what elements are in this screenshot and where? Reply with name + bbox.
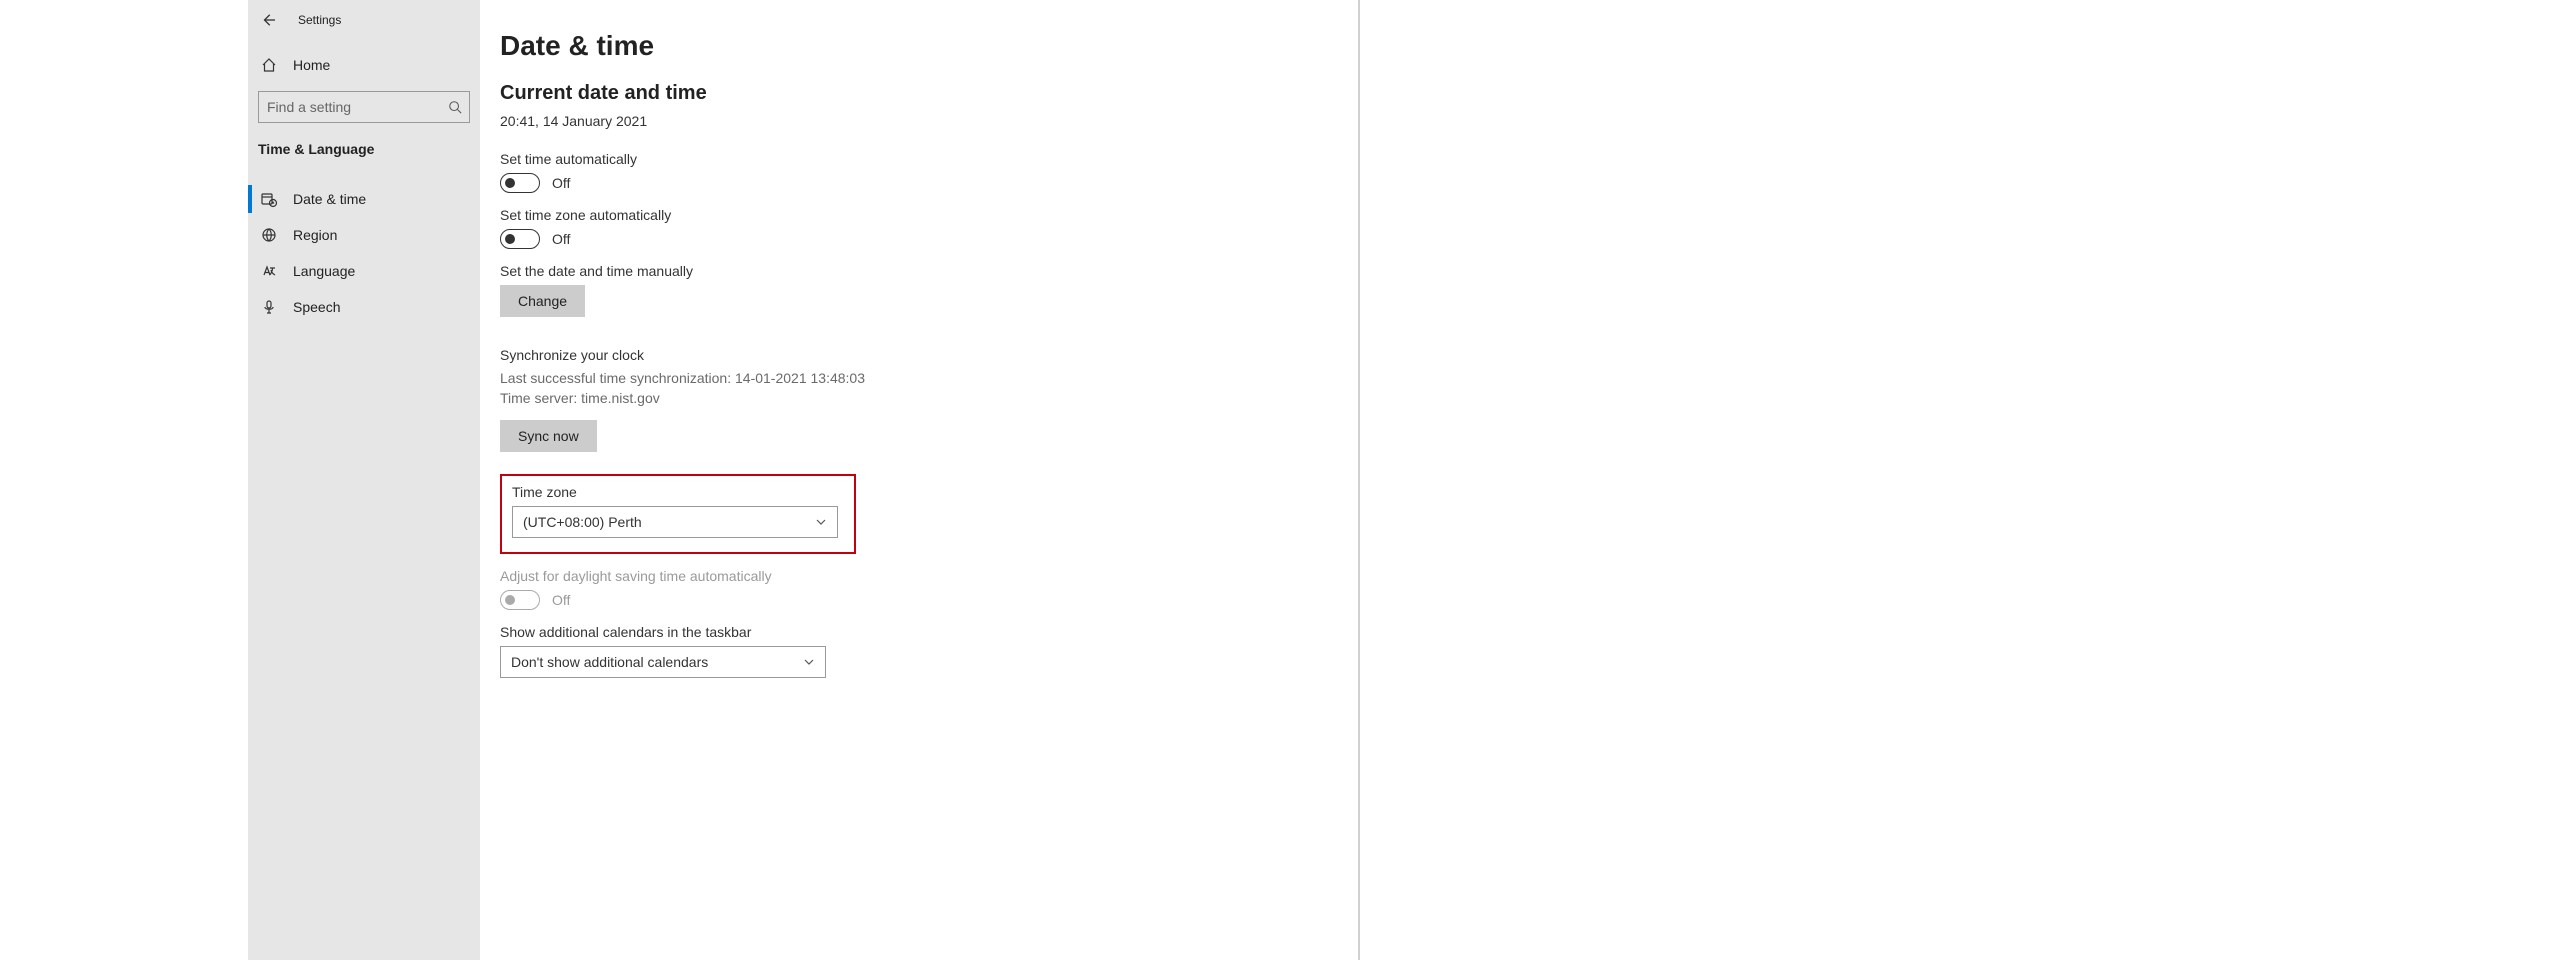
- speech-icon: [260, 299, 278, 315]
- sidebar-item-label: Speech: [293, 299, 340, 315]
- timezone-highlight: Time zone (UTC+08:00) Perth: [500, 474, 856, 554]
- set-time-auto-state: Off: [552, 175, 570, 191]
- set-tz-auto-state: Off: [552, 231, 570, 247]
- timezone-label: Time zone: [512, 484, 844, 500]
- sidebar-item-label: Date & time: [293, 191, 366, 207]
- date-time-icon: [260, 191, 278, 207]
- sidebar-section-title: Time & Language: [248, 123, 480, 167]
- page-title: Date & time: [500, 30, 1338, 62]
- search-field[interactable]: [267, 99, 448, 115]
- set-time-auto-label: Set time automatically: [500, 151, 1338, 167]
- sidebar-item-language[interactable]: Language: [248, 253, 480, 289]
- sync-last-line: Last successful time synchronization: 14…: [500, 369, 1338, 389]
- dst-state: Off: [552, 592, 570, 608]
- search-icon: [448, 100, 462, 114]
- app-title: Settings: [298, 13, 341, 27]
- settings-app: Settings Home Time & Language Date & tim…: [248, 0, 1358, 960]
- change-button[interactable]: Change: [500, 285, 585, 317]
- sidebar: Settings Home Time & Language Date & tim…: [248, 0, 480, 960]
- sidebar-item-label: Region: [293, 227, 337, 243]
- calendars-value: Don't show additional calendars: [511, 654, 708, 670]
- timezone-value: (UTC+08:00) Perth: [523, 514, 642, 530]
- sidebar-item-region[interactable]: Region: [248, 217, 480, 253]
- calendars-label: Show additional calendars in the taskbar: [500, 624, 1338, 640]
- sidebar-item-label: Language: [293, 263, 355, 279]
- set-manual-label: Set the date and time manually: [500, 263, 1338, 279]
- chevron-down-icon: [803, 656, 815, 668]
- back-arrow-icon: [261, 13, 275, 27]
- content-area: Date & time Current date and time 20:41,…: [480, 0, 1358, 960]
- sidebar-item-date-time[interactable]: Date & time: [248, 181, 480, 217]
- sync-server-line: Time server: time.nist.gov: [500, 389, 1338, 409]
- back-button[interactable]: [248, 0, 288, 40]
- search-wrap: [248, 85, 480, 123]
- sidebar-item-home[interactable]: Home: [248, 45, 480, 85]
- dst-label: Adjust for daylight saving time automati…: [500, 568, 1338, 584]
- sidebar-nav: Date & time Region Language Speech: [248, 181, 480, 325]
- calendars-dropdown[interactable]: Don't show additional calendars: [500, 646, 826, 678]
- sidebar-item-label: Home: [293, 57, 330, 73]
- chevron-down-icon: [815, 516, 827, 528]
- dst-toggle: [500, 590, 540, 610]
- sync-label: Synchronize your clock: [500, 347, 1338, 363]
- current-datetime-value: 20:41, 14 January 2021: [500, 113, 1338, 129]
- sync-now-button[interactable]: Sync now: [500, 420, 597, 452]
- region-icon: [260, 227, 278, 243]
- set-time-auto-toggle[interactable]: [500, 173, 540, 193]
- page-left-pad: [0, 0, 248, 960]
- home-icon: [260, 57, 278, 73]
- timezone-dropdown[interactable]: (UTC+08:00) Perth: [512, 506, 838, 538]
- sidebar-item-speech[interactable]: Speech: [248, 289, 480, 325]
- sidebar-header: Settings: [248, 0, 480, 40]
- section-current-datetime: Current date and time: [500, 82, 1338, 105]
- window-right-border: [1358, 0, 1360, 960]
- set-tz-auto-label: Set time zone automatically: [500, 207, 1338, 223]
- language-icon: [260, 263, 278, 279]
- search-input[interactable]: [258, 91, 470, 123]
- set-tz-auto-toggle[interactable]: [500, 229, 540, 249]
